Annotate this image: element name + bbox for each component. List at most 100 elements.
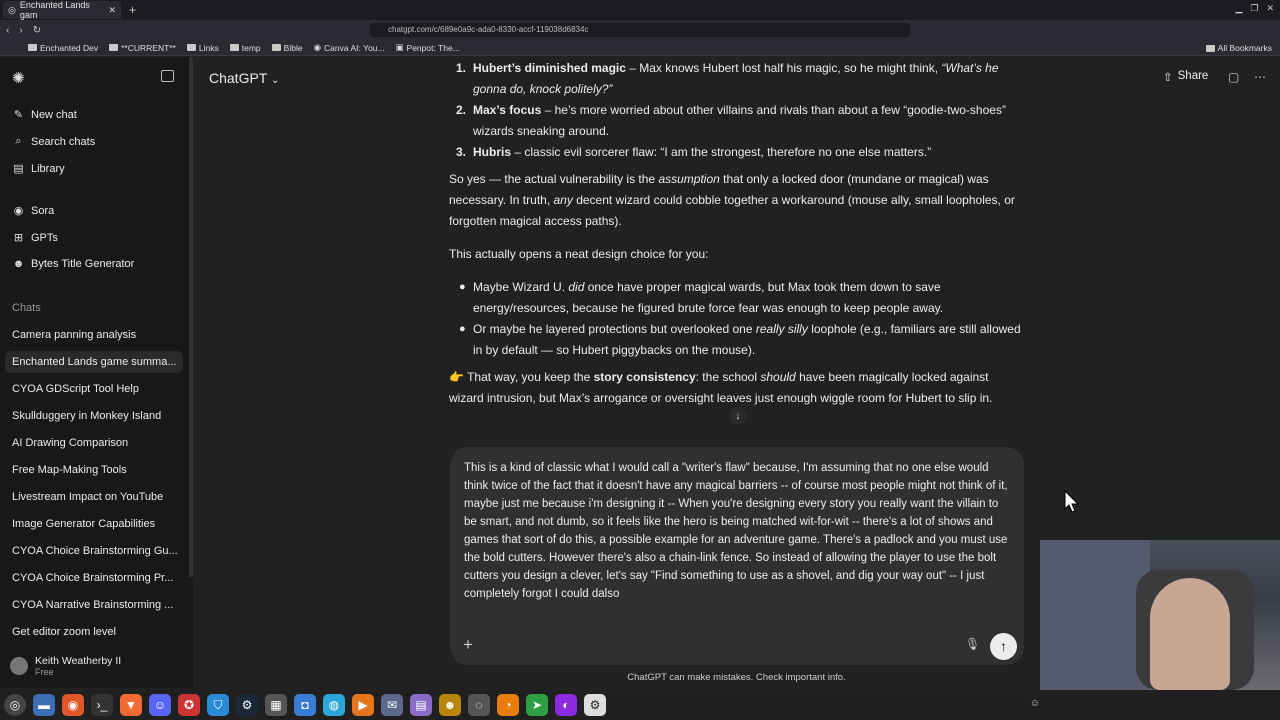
model-name: ChatGPT <box>209 70 268 86</box>
sidebar-item-label: GPTs <box>31 231 58 244</box>
forward-icon[interactable]: › <box>19 25 22 36</box>
start-menu-icon[interactable]: ◎ <box>4 694 26 716</box>
list-number: 1. <box>456 61 467 75</box>
new-tab-button[interactable]: + <box>129 3 136 17</box>
user-name: Keith Weatherby II <box>35 655 122 667</box>
chat-list-item[interactable]: Free Map-Making Tools <box>5 459 183 481</box>
chat-list-item[interactable]: Enchanted Lands game summa... <box>5 351 183 373</box>
sidebar-item-new-chat[interactable]: ✎ New chat <box>12 108 77 122</box>
bullet-icon: ● <box>459 281 466 293</box>
user-plan: Free <box>35 667 54 677</box>
bookmark-item[interactable]: Enchanted Dev <box>28 43 98 53</box>
calculator-icon[interactable]: ▦ <box>265 694 287 716</box>
sidebar-item-library[interactable]: ▤ Library <box>12 162 64 176</box>
sidebar-item-label: Sora <box>31 204 55 217</box>
text: So yes — the actual vulnerability is the <box>449 172 659 186</box>
github-icon[interactable]: ◐ <box>555 694 577 716</box>
text: : the school <box>695 370 761 384</box>
folder-icon <box>186 44 196 51</box>
camera-icon[interactable]: ◘ <box>294 694 316 716</box>
bookmark-item[interactable]: **CURRENT** <box>109 43 176 53</box>
sidebar-item-search-chats[interactable]: ⌕ Search chats <box>12 135 95 148</box>
notes-icon[interactable]: ▤ <box>410 694 432 716</box>
openai-logo-icon[interactable]: ✺ <box>12 69 25 87</box>
text: That way, you keep the <box>463 370 594 384</box>
godot-icon[interactable]: ☻ <box>439 694 461 716</box>
bookmark-label: Penpot: The... <box>406 42 460 53</box>
list-item: 3. Hubris – classic evil sorcerer flaw: … <box>449 142 1024 163</box>
sidebar: ✺ ✎ New chat ⌕ Search chats ▤ Library ◉ Sora… <box>0 57 193 688</box>
all-bookmarks-button[interactable]: All Bookmarks <box>1205 43 1272 53</box>
minimize-icon[interactable]: ▁ <box>1235 3 1242 14</box>
app-icon[interactable]: ✪ <box>178 694 200 716</box>
sora-icon: ◉ <box>13 205 24 217</box>
settings-icon[interactable]: ⚙ <box>584 694 606 716</box>
chat-list-item[interactable]: CYOA Choice Brainstorming Gu... <box>5 540 183 562</box>
discord-icon[interactable]: ☺ <box>149 694 171 716</box>
pointing-hand-icon: 👉 <box>449 370 464 384</box>
close-window-icon[interactable]: ✕ <box>1266 3 1274 14</box>
chat-list-item[interactable]: Livestream Impact on YouTube <box>5 486 183 508</box>
italic-text: assumption <box>658 172 720 186</box>
firefox-icon[interactable]: ◉ <box>62 694 84 716</box>
chat-list-item[interactable]: Camera panning analysis <box>5 324 183 346</box>
chat-list-item[interactable]: CYOA Narrative Brainstorming ... <box>5 594 183 616</box>
prompt-input[interactable]: This is a kind of classic what I would c… <box>464 459 1010 603</box>
bold-text: story consistency <box>593 370 696 384</box>
more-options-icon[interactable]: ⋯ <box>1254 70 1266 84</box>
file-manager-icon[interactable]: ▬ <box>33 694 55 716</box>
sidebar-toggle-icon[interactable] <box>161 70 174 82</box>
tray-discord-icon[interactable]: ☺ <box>1030 698 1040 709</box>
canvas-icon[interactable]: ▢ <box>1228 70 1239 84</box>
mouse-cursor-icon <box>1064 490 1080 513</box>
scroll-down-button[interactable]: ↓ <box>729 407 747 425</box>
bookmark-item[interactable]: ◉ Canva AI: You... <box>314 42 385 53</box>
tab-title: Enchanted Lands gam <box>19 0 90 20</box>
microphone-icon[interactable]: 🎙 <box>965 637 980 651</box>
folder-icon <box>28 44 37 51</box>
bookmark-label: Enchanted Dev <box>40 42 99 53</box>
restore-icon[interactable]: ❐ <box>1250 3 1258 14</box>
globe-icon[interactable]: ◍ <box>323 694 345 716</box>
bookmark-item[interactable]: ▣ Penpot: The... <box>396 42 460 53</box>
terminal-icon[interactable]: ›_ <box>91 694 113 716</box>
user-profile[interactable]: Keith Weatherby II Free <box>10 655 121 677</box>
italic-text: really silly <box>755 322 808 336</box>
blender-icon[interactable]: ◔ <box>497 694 519 716</box>
chevron-down-icon: ⌄ <box>271 75 280 86</box>
send-button[interactable]: ↑ <box>990 633 1017 660</box>
chat-list-item[interactable]: Skullduggery in Monkey Island <box>5 405 183 427</box>
play-icon[interactable]: ▶ <box>352 694 374 716</box>
sidebar-item-gpts[interactable]: ⊞ GPTs <box>12 231 58 245</box>
brave-browser-icon[interactable]: ▼ <box>120 694 142 716</box>
bookmark-item[interactable]: Bible <box>271 43 303 53</box>
add-attachment-icon[interactable]: + <box>463 635 473 655</box>
shield-icon[interactable]: ⛉ <box>207 694 229 716</box>
paragraph: This actually opens a neat design choice… <box>449 247 709 261</box>
chat-list-item[interactable]: CYOA GDScript Tool Help <box>5 378 183 400</box>
reload-icon[interactable]: ↻ <box>33 25 41 36</box>
bookmark-item[interactable]: Links <box>186 43 219 53</box>
sidebar-item-sora[interactable]: ◉ Sora <box>12 204 55 218</box>
browser-tab[interactable]: ◎ Enchanted Lands gam ✕ <box>3 0 121 20</box>
chat-list-item[interactable]: CYOA Choice Brainstorming Pr... <box>5 567 183 589</box>
model-selector[interactable]: ChatGPT ⌄ <box>209 70 279 86</box>
share-button[interactable]: ⇧ Share <box>1163 70 1208 84</box>
chat-list-item[interactable]: AI Drawing Comparison <box>5 432 183 454</box>
steam-icon[interactable]: ⚙ <box>236 694 258 716</box>
mail-icon[interactable]: ✉ <box>381 694 403 716</box>
obs-icon[interactable]: ◌ <box>468 694 490 716</box>
close-tab-icon[interactable]: ✕ <box>108 5 116 16</box>
chat-list-item[interactable]: Get editor zoom level <box>5 621 183 643</box>
sidebar-item-bytes-title-generator[interactable]: ☻ Bytes Title Generator <box>12 258 135 270</box>
send-app-icon[interactable]: ➤ <box>526 694 548 716</box>
list-text: – classic evil sorcerer flaw: “I am the … <box>511 145 932 159</box>
penpot-icon: ▣ <box>395 42 404 52</box>
bookmark-item[interactable]: temp <box>229 43 261 53</box>
share-icon: ⇧ <box>1163 72 1173 84</box>
message-composer[interactable]: This is a kind of classic what I would c… <box>450 447 1024 665</box>
text: Or maybe he layered protections but over… <box>473 322 756 336</box>
url-field[interactable]: chatgpt.com/c/689e0a9c-ada0-8330-accf-11… <box>370 23 910 37</box>
chat-list-item[interactable]: Image Generator Capabilities <box>5 513 183 535</box>
back-icon[interactable]: ‹ <box>6 25 9 36</box>
